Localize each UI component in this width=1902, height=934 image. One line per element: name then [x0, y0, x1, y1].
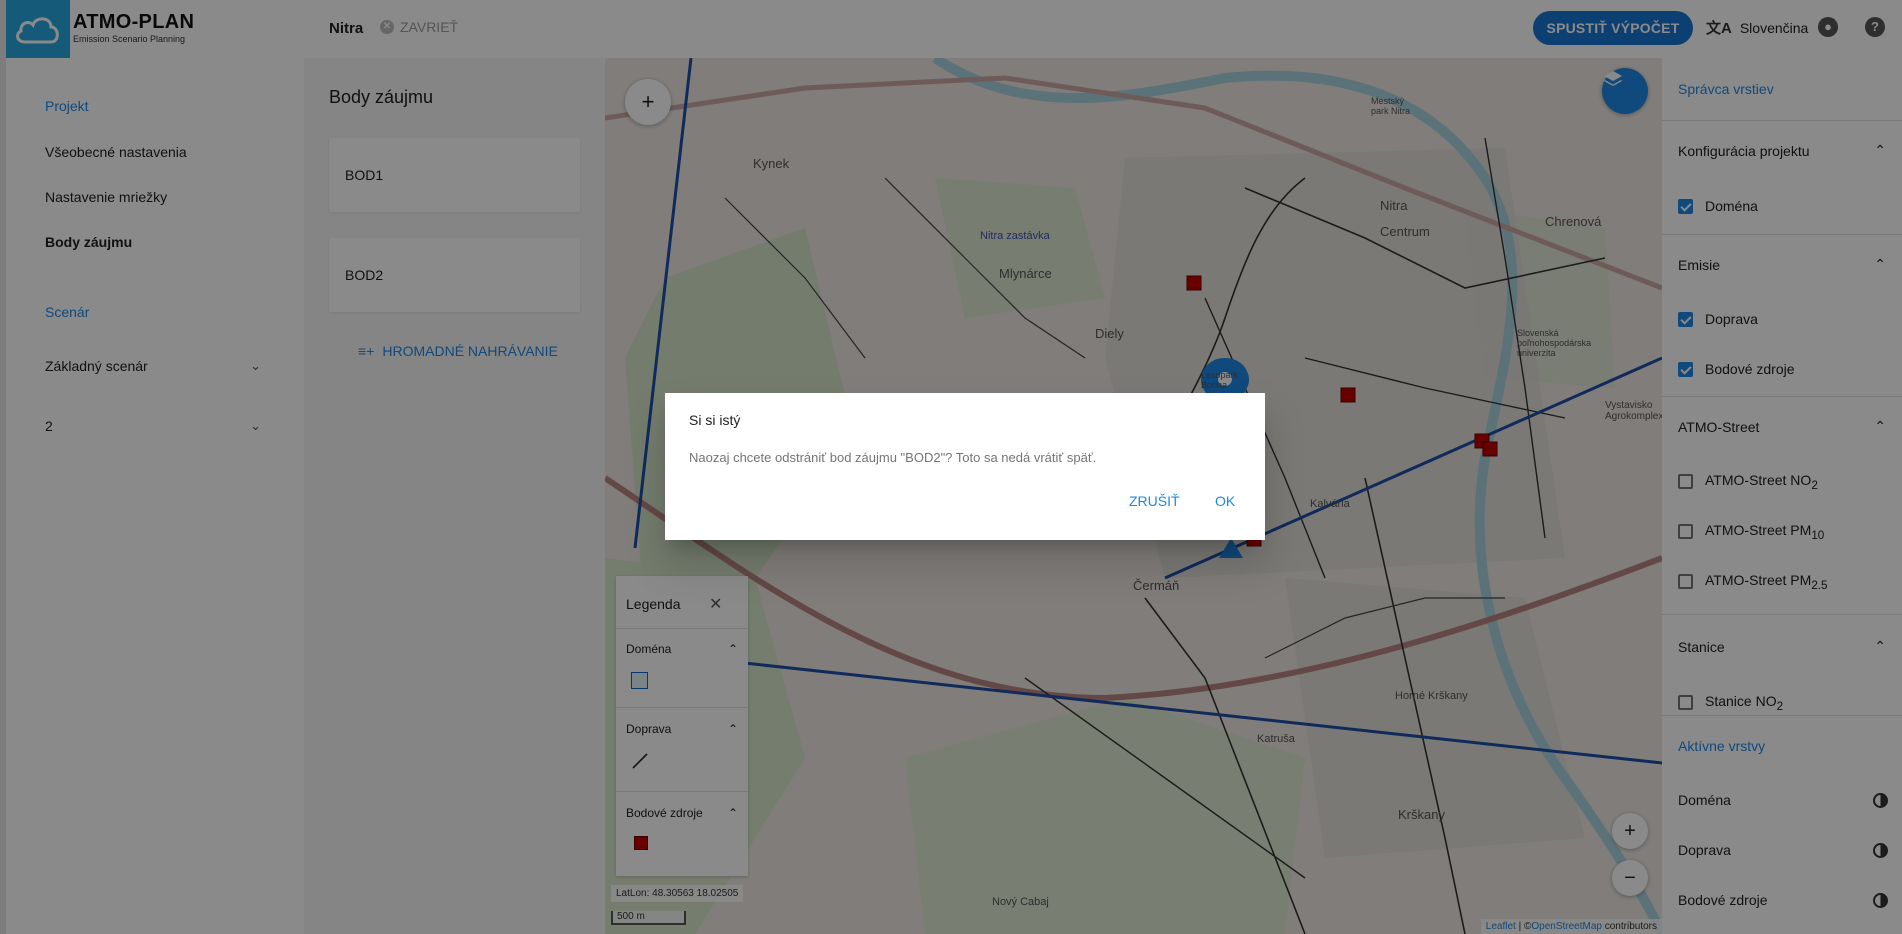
ok-button[interactable]: OK	[1209, 489, 1241, 513]
dialog-message: Naozaj chcete odstrániť bod záujmu "BOD2…	[689, 450, 1097, 465]
cancel-button[interactable]: ZRUŠIŤ	[1123, 489, 1186, 513]
dialog-title: Si si istý	[689, 412, 741, 428]
confirm-delete-dialog: Si si istý Naozaj chcete odstrániť bod z…	[665, 393, 1265, 540]
